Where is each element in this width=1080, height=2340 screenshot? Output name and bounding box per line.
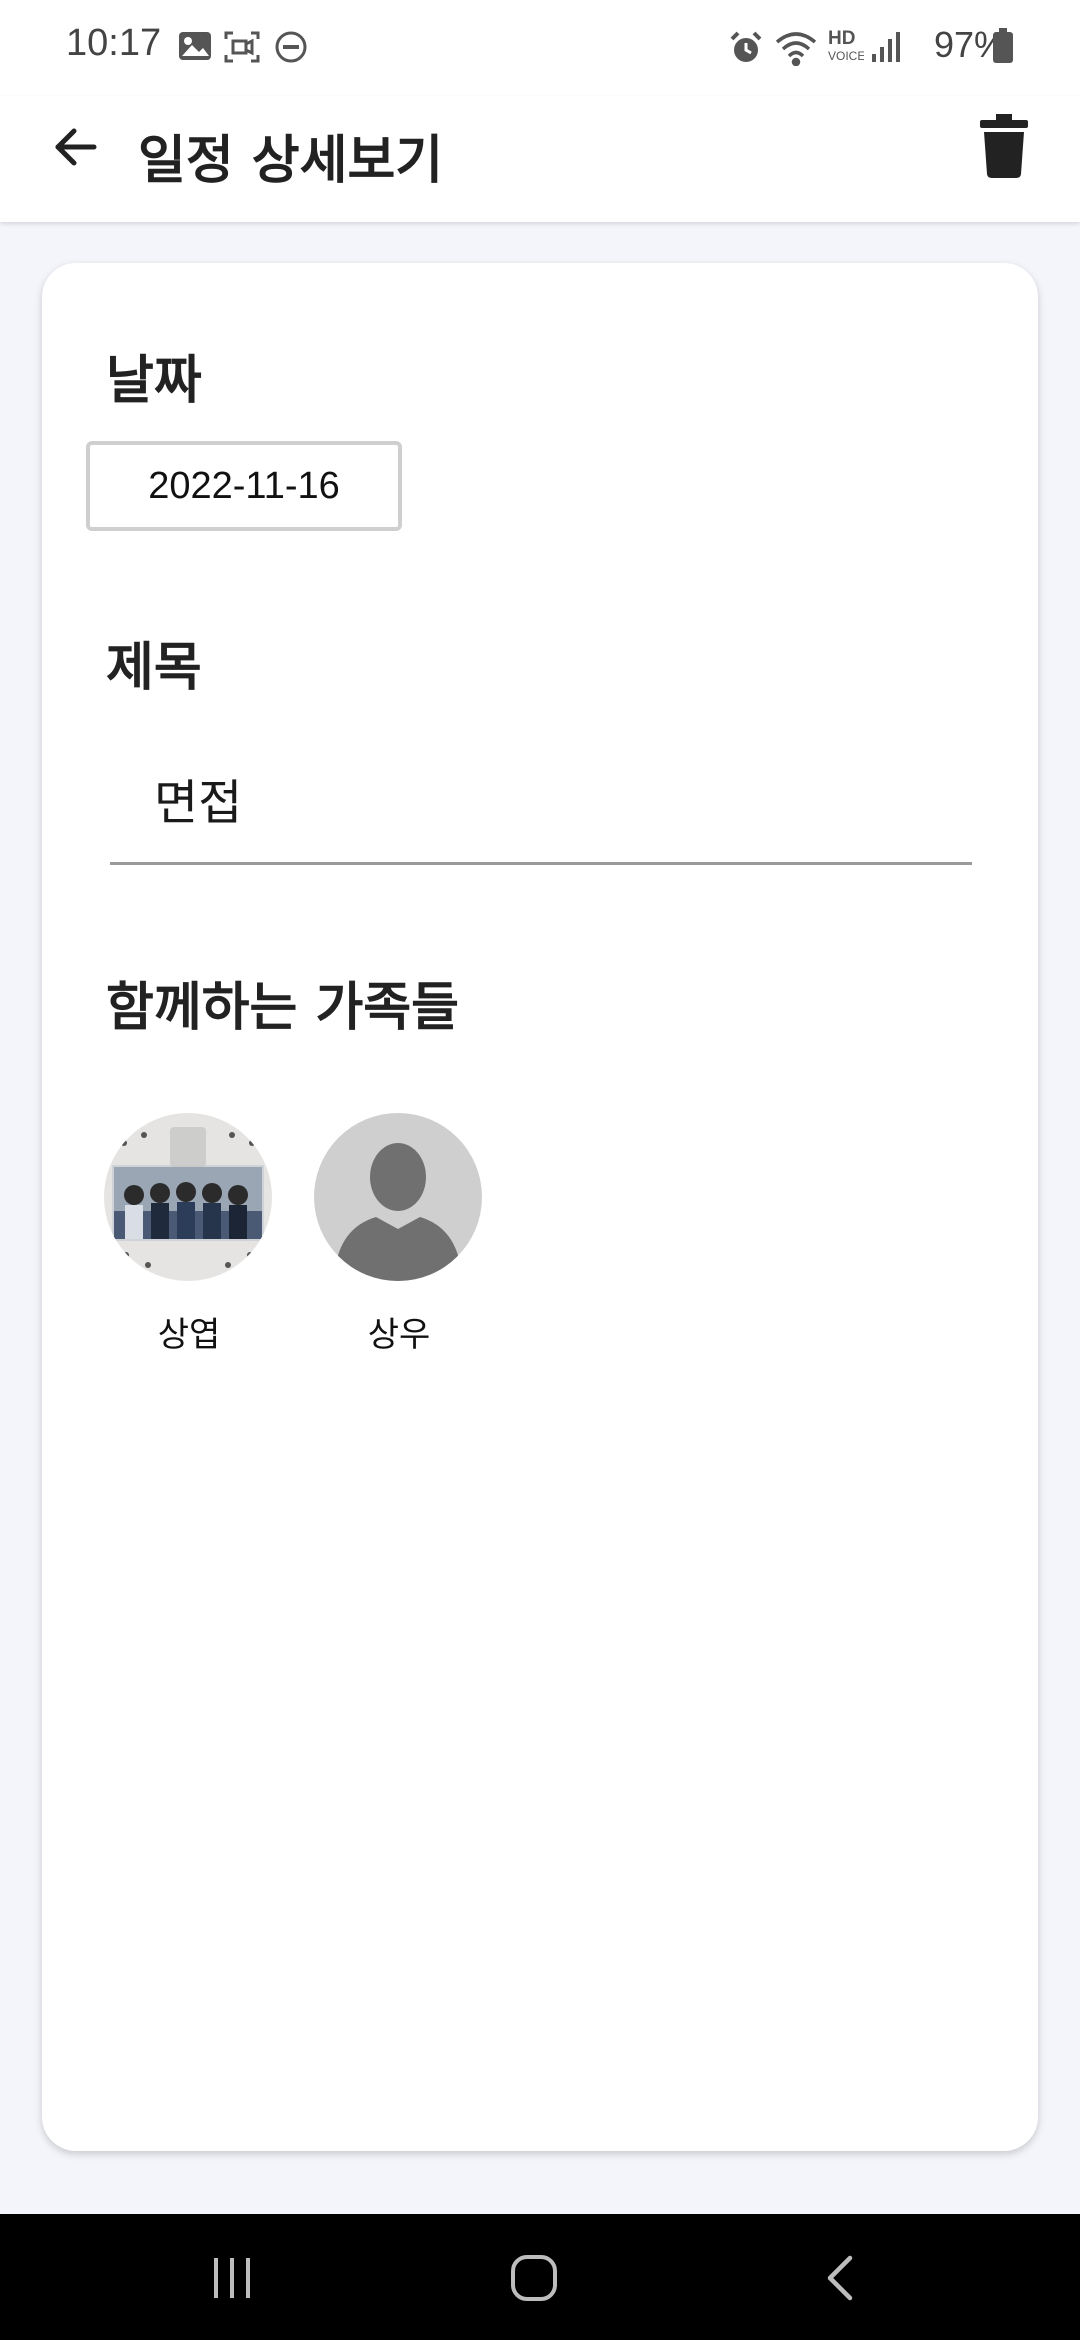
group-photo-image (104, 1113, 272, 1281)
status-time: 10:17 (66, 22, 162, 64)
signal-icon (870, 30, 900, 68)
title-value: 면접 (154, 775, 243, 831)
home-button[interactable] (504, 2250, 564, 2310)
screen-record-icon (224, 30, 260, 68)
trash-icon (980, 114, 1028, 182)
schedule-detail-card: 날짜 2022-11-16 제목 면접 함께하는 가족들 상엽 상우 (42, 263, 1038, 2151)
system-nav-bar (0, 2214, 1080, 2340)
svg-text:HD: HD (828, 28, 855, 49)
gallery-icon (178, 30, 212, 66)
title-label: 제목 (106, 638, 202, 698)
alarm-icon (728, 30, 764, 70)
family-member[interactable]: 상우 (314, 1113, 484, 1356)
member-name: 상우 (367, 1315, 431, 1355)
recent-apps-button[interactable] (202, 2250, 262, 2310)
page-title: 일정 상세보기 (138, 131, 444, 191)
back-button[interactable] (40, 114, 110, 184)
date-field[interactable]: 2022-11-16 (86, 441, 402, 531)
do-not-disturb-icon (274, 30, 308, 68)
status-bar: 10:17 HD VOICE 97% (0, 0, 1080, 96)
delete-button[interactable] (966, 108, 1042, 188)
avatar (314, 1113, 482, 1281)
home-icon (509, 2253, 559, 2307)
app-bar: 일정 상세보기 (0, 96, 1080, 222)
svg-text:VOICE: VOICE (828, 49, 864, 63)
family-member[interactable]: 상엽 (104, 1113, 274, 1356)
battery-icon (992, 28, 1014, 68)
arrow-left-icon (52, 127, 98, 171)
date-label: 날짜 (106, 351, 202, 411)
back-nav-button[interactable] (810, 2250, 870, 2310)
family-label: 함께하는 가족들 (106, 978, 459, 1038)
hd-voice-icon: HD VOICE (826, 26, 865, 70)
default-person-icon (314, 1113, 482, 1281)
chevron-left-icon (822, 2254, 858, 2306)
recent-apps-icon (210, 2256, 254, 2304)
avatar (104, 1113, 272, 1281)
title-input[interactable]: 면접 (110, 743, 972, 865)
member-name: 상엽 (157, 1315, 221, 1355)
wifi-icon (774, 30, 818, 70)
